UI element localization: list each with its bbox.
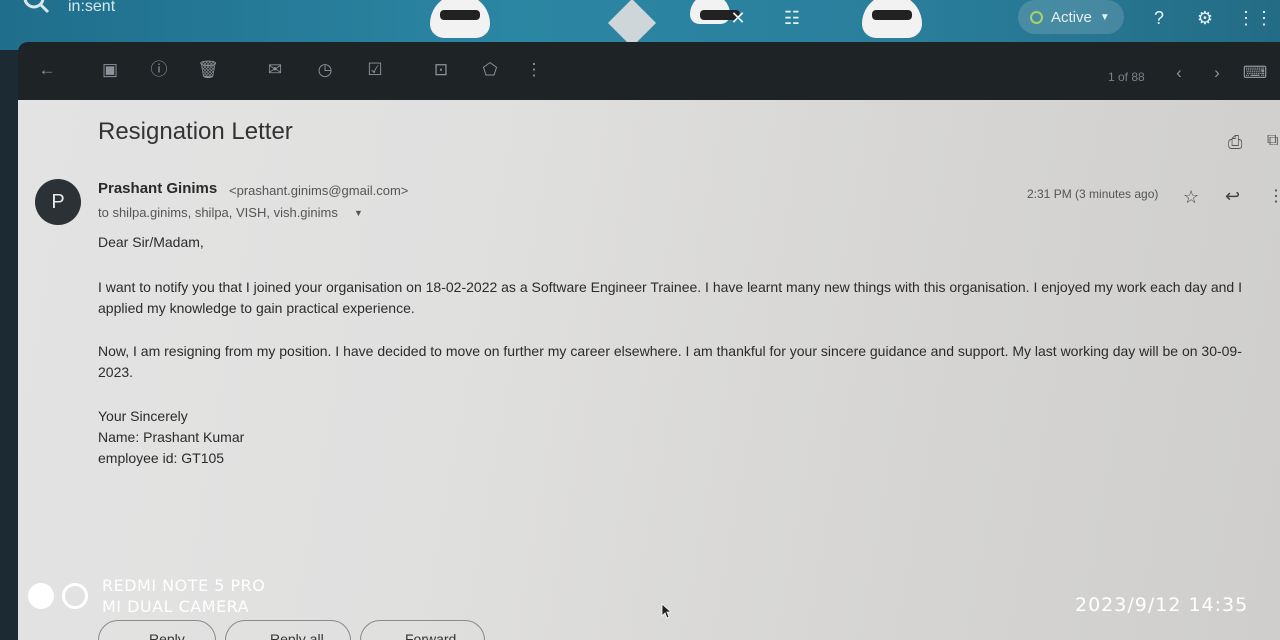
recipients-list: to shilpa.ginims, shilpa, VISH, vish.gin… (98, 205, 338, 220)
reply-button-label: Reply (149, 631, 185, 640)
add-task-icon[interactable]: ☑ (364, 59, 386, 81)
mark-unread-icon[interactable]: ✉ (264, 59, 286, 81)
signature-employee-id: employee id: GT105 (98, 450, 225, 466)
avatar[interactable]: P (35, 179, 81, 225)
message-view: Resignation Letter ⎙ ⧉ P Prashant Ginims… (18, 100, 1280, 640)
ninja-decoration (430, 0, 490, 38)
show-details-icon[interactable]: ▼ (354, 208, 363, 218)
reply-icon[interactable]: ↩ (1225, 186, 1240, 207)
reply-all-button[interactable]: Reply all (225, 620, 351, 640)
pagination-count: 1 of 88 (1108, 70, 1145, 84)
more-vert-icon[interactable]: ⋮ (523, 59, 545, 81)
search-query-text[interactable]: in:sent (68, 0, 115, 16)
sender-name[interactable]: Prashant Ginims (98, 180, 217, 197)
keyboard-icon[interactable]: ⌨ (1240, 62, 1270, 84)
camera-type-text: MI DUAL CAMERA (102, 597, 250, 616)
snooze-icon[interactable]: ◷ (314, 59, 336, 81)
move-to-icon[interactable]: ⊡ (430, 59, 452, 81)
report-spam-icon[interactable]: ⓘ (148, 59, 170, 81)
chevron-left-icon[interactable]: ‹ (1168, 62, 1190, 84)
mouse-cursor-icon (661, 603, 671, 619)
reply-button[interactable]: Reply (98, 620, 216, 640)
signature-closing: Your Sincerely (98, 408, 188, 424)
filter-settings-icon[interactable]: ☷ (780, 6, 804, 30)
ninja-decoration (862, 0, 922, 38)
gear-icon[interactable]: ⚙ (1193, 6, 1217, 30)
status-dot-icon (1030, 10, 1043, 24)
camera-model-text: REDMI NOTE 5 PRO (102, 576, 266, 595)
message-toolbar: ← ▣ ⓘ 🗑 ✉ ◷ ☑ ⊡ ⬠ ⋮ 1 of 88 ‹ › ⌨ (18, 42, 1280, 100)
more-vert-icon[interactable]: ⋮ (1268, 186, 1280, 206)
email-paragraph-2: Now, I am resigning from my position. I … (98, 343, 1242, 380)
open-new-window-icon[interactable]: ⧉ (1267, 132, 1280, 154)
email-paragraph-1: I want to notify you that I joined your … (98, 279, 1243, 316)
photo-datetime: 2023/9/12 14:35 (1075, 594, 1249, 616)
signature-name: Name: Prashant Kumar (98, 429, 245, 445)
status-label: Active (1051, 8, 1092, 26)
star-icon[interactable]: ☆ (1183, 187, 1199, 208)
email-timestamp: 2:31 PM (3 minutes ago) (1027, 187, 1159, 201)
forward-button[interactable]: Forward (360, 620, 485, 640)
apps-grid-icon[interactable]: ⋮⋮ (1237, 6, 1273, 30)
email-greeting: Dear Sir/Madam, (98, 234, 204, 250)
shuriken-decoration (607, 0, 657, 48)
delete-icon[interactable]: 🗑 (197, 59, 219, 81)
status-selector[interactable]: Active ▼ (1018, 0, 1124, 34)
archive-icon[interactable]: ▣ (99, 59, 121, 81)
chevron-right-icon[interactable]: › (1206, 62, 1228, 84)
email-subject: Resignation Letter (98, 118, 293, 145)
ninja-decoration (690, 0, 740, 24)
back-arrow-icon[interactable]: ← (36, 59, 58, 81)
close-icon[interactable]: ✕ (726, 6, 750, 30)
reply-all-button-label: Reply all (270, 631, 324, 640)
sender-email: <prashant.ginims@gmail.com> (229, 183, 409, 198)
camera-watermark-logo (28, 583, 88, 609)
search-icon[interactable] (20, 0, 50, 16)
help-icon[interactable]: ? (1147, 6, 1171, 30)
forward-button-label: Forward (405, 631, 457, 640)
chevron-down-icon: ▼ (1099, 11, 1110, 23)
print-icon[interactable]: ⎙ (1228, 132, 1250, 154)
email-signature: Your Sincerely Name: Prashant Kumar empl… (98, 406, 244, 469)
label-icon[interactable]: ⬠ (479, 59, 501, 81)
